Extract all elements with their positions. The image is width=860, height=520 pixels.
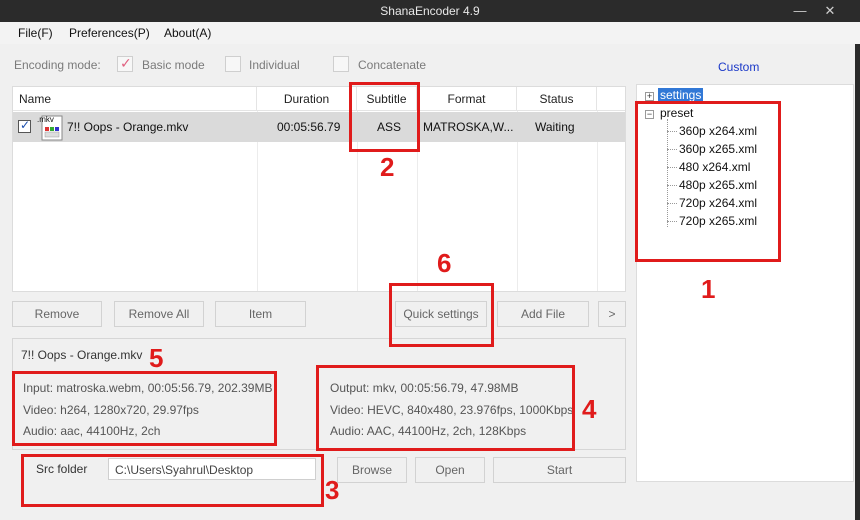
annotation-number-2: 2 [380, 152, 395, 182]
annotation-box-1 [635, 101, 781, 262]
remove-all-button[interactable]: Remove All [114, 301, 204, 327]
window-edge [855, 44, 860, 520]
concatenate-checkbox[interactable] [333, 56, 349, 72]
remove-button[interactable]: Remove [12, 301, 102, 327]
column-format[interactable]: Format [417, 87, 517, 111]
individual-label: Individual [249, 58, 300, 72]
add-file-button[interactable]: Add File [497, 301, 589, 327]
file-list-header: Name Duration Subtitle Format Status [13, 87, 625, 111]
info-filename: 7!! Oops - Orange.mkv [21, 348, 143, 362]
column-duration[interactable]: Duration [257, 87, 357, 111]
file-status: Waiting [535, 120, 575, 134]
annotation-box-4 [316, 365, 575, 451]
annotation-number-3: 3 [325, 475, 340, 505]
tree-node-settings[interactable]: settings [658, 88, 704, 102]
file-ext-label: .mkv [37, 115, 54, 124]
browse-button[interactable]: Browse [337, 457, 407, 483]
menu-bar: File(F) Preferences(P) About(A) [0, 22, 860, 44]
video-file-icon: .mkv [37, 115, 63, 141]
annotation-box-6 [389, 283, 494, 347]
file-format: MATROSKA,W... [423, 120, 514, 134]
annotation-number-6: 6 [437, 248, 452, 278]
annotation-box-2 [349, 82, 420, 152]
annotation-box-5 [12, 371, 277, 446]
file-list[interactable]: Name Duration Subtitle Format Status ✓ .… [12, 86, 626, 292]
individual-checkbox[interactable] [225, 56, 241, 72]
table-row[interactable]: ✓ .mkv 7!! Oops - Orange.mkv 00:05:56.79… [13, 112, 625, 142]
close-button[interactable]: ✕ [820, 2, 840, 20]
file-duration: 00:05:56.79 [277, 120, 341, 134]
title-bar: ShanaEncoder 4.9 — ✕ [0, 0, 860, 22]
expand-icon[interactable]: + [645, 92, 654, 101]
open-button[interactable]: Open [415, 457, 485, 483]
annotation-number-5: 5 [149, 343, 164, 373]
checkmark-icon: ✓ [120, 55, 132, 71]
file-name: 7!! Oops - Orange.mkv [67, 120, 189, 134]
minimize-button[interactable]: — [790, 2, 810, 20]
basic-mode-label: Basic mode [142, 58, 205, 72]
more-button[interactable]: > [598, 301, 626, 327]
annotation-number-1: 1 [701, 274, 716, 304]
column-status[interactable]: Status [517, 87, 597, 111]
row-checkbox[interactable]: ✓ [18, 118, 31, 133]
menu-file[interactable]: File(F) [18, 26, 53, 40]
item-button[interactable]: Item [215, 301, 306, 327]
column-name[interactable]: Name [13, 87, 257, 111]
app-window: ShanaEncoder 4.9 — ✕ File(F) Preferences… [0, 0, 860, 520]
checkmark-icon: ✓ [20, 118, 31, 132]
annotation-box-3 [21, 454, 324, 507]
menu-about[interactable]: About(A) [164, 26, 211, 40]
concatenate-label: Concatenate [358, 58, 427, 72]
annotation-number-4: 4 [582, 394, 597, 424]
menu-preferences[interactable]: Preferences(P) [69, 26, 150, 40]
basic-mode-checkbox[interactable]: ✓ [117, 55, 133, 72]
custom-link[interactable]: Custom [718, 60, 759, 74]
window-title: ShanaEncoder 4.9 [380, 4, 480, 18]
encoding-mode-label: Encoding mode: [14, 58, 101, 72]
start-button[interactable]: Start [493, 457, 626, 483]
